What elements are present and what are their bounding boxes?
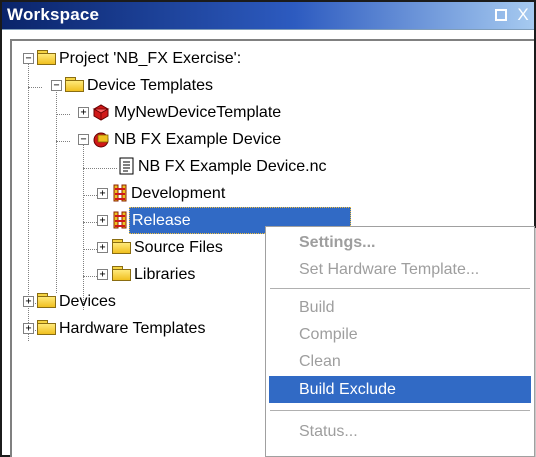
menu-item-status[interactable]: Status... — [269, 418, 531, 445]
folder-icon — [37, 320, 57, 335]
menu-separator — [270, 410, 530, 411]
window-title: Workspace — [7, 5, 100, 24]
folder-icon — [37, 50, 57, 65]
tree-item-label: Development — [131, 185, 226, 202]
collapse-icon[interactable]: − — [51, 80, 62, 91]
menu-item-build[interactable]: Build — [269, 294, 531, 321]
tree-item-label: Device Templates — [87, 77, 213, 94]
expand-icon[interactable]: + — [97, 188, 108, 199]
tree-item-label: NB FX Example Device — [114, 131, 282, 148]
float-icon[interactable] — [492, 5, 510, 25]
folder-icon — [112, 266, 132, 281]
close-icon[interactable]: X — [514, 5, 532, 25]
expand-icon[interactable]: + — [78, 107, 89, 118]
tree-item-label: Libraries — [134, 266, 196, 283]
menu-separator — [270, 288, 530, 289]
title-bar[interactable]: Workspace X — [2, 2, 534, 30]
tree-item-label: Hardware Templates — [59, 320, 206, 337]
menu-item-settings[interactable]: Settings... — [269, 229, 531, 256]
collapse-icon[interactable]: − — [23, 53, 34, 64]
folder-icon — [112, 239, 132, 254]
expand-icon[interactable]: + — [23, 296, 34, 307]
folder-open-icon — [65, 77, 85, 92]
workspace-window: Workspace X − Project 'NB_FX Exercise': … — [0, 0, 536, 457]
expand-icon[interactable]: + — [97, 215, 108, 226]
expand-icon[interactable]: + — [97, 242, 108, 253]
context-menu: Settings... Set Hardware Template... Bui… — [265, 226, 535, 457]
build-config-icon — [113, 184, 127, 202]
expand-icon[interactable]: + — [97, 269, 108, 280]
menu-item-clean[interactable]: Clean — [269, 348, 531, 375]
device-template-icon — [92, 104, 110, 121]
device-icon — [93, 132, 109, 148]
tree-item-label: Source Files — [134, 239, 223, 256]
menu-item-build-exclude[interactable]: Build Exclude — [269, 376, 531, 403]
nc-file-icon — [119, 157, 134, 175]
menu-item-set-hardware-template[interactable]: Set Hardware Template... — [269, 256, 531, 283]
tree-item-label: Project 'NB_FX Exercise': — [59, 50, 242, 67]
build-config-icon — [113, 211, 127, 229]
folder-icon — [37, 293, 57, 308]
collapse-icon[interactable]: − — [78, 134, 89, 145]
menu-item-compile[interactable]: Compile — [269, 321, 531, 348]
tree-item-label: Devices — [59, 293, 116, 310]
tree-item-label: NB FX Example Device.nc — [138, 158, 327, 175]
tree-item-label: MyNewDeviceTemplate — [114, 104, 282, 121]
expand-icon[interactable]: + — [23, 323, 34, 334]
